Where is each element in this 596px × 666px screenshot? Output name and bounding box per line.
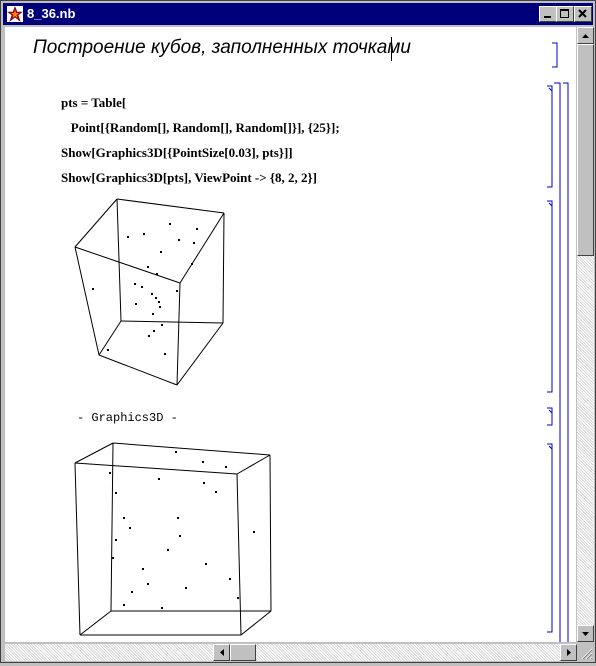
maximize-button[interactable] — [556, 6, 574, 22]
arrow-down-icon — [582, 632, 589, 636]
arrow-left-icon — [220, 649, 224, 656]
arrow-right-icon — [567, 649, 571, 656]
horizontal-scrollbar[interactable] — [5, 644, 577, 661]
scroll-up-button[interactable] — [577, 27, 594, 44]
window-title: 8_36.nb — [27, 6, 76, 21]
scroll-left-button[interactable] — [213, 644, 230, 661]
vertical-scroll-thumb[interactable] — [577, 44, 594, 256]
minimize-button[interactable] — [539, 6, 557, 22]
close-button[interactable] — [574, 6, 592, 22]
resize-grip[interactable] — [577, 644, 594, 661]
horizontal-scroll-thumb[interactable] — [230, 644, 256, 661]
close-icon — [578, 9, 587, 18]
resize-grip-icon — [581, 648, 593, 660]
title-bar[interactable]: 8_36.nb — [3, 3, 593, 25]
scroll-down-button[interactable] — [577, 625, 594, 642]
scroll-right-button[interactable] — [560, 644, 577, 661]
cell-brackets[interactable] — [5, 27, 576, 642]
arrow-up-icon — [582, 34, 589, 38]
mathematica-app-icon[interactable] — [7, 6, 23, 22]
minimize-icon — [544, 16, 551, 18]
notebook-window: 8_36.nb Построение кубов, заполненных то… — [0, 0, 596, 663]
notebook-content[interactable]: Построение кубов, заполненных точками pt… — [5, 27, 576, 642]
vertical-scrollbar[interactable] — [577, 27, 594, 642]
maximize-icon — [560, 9, 569, 18]
